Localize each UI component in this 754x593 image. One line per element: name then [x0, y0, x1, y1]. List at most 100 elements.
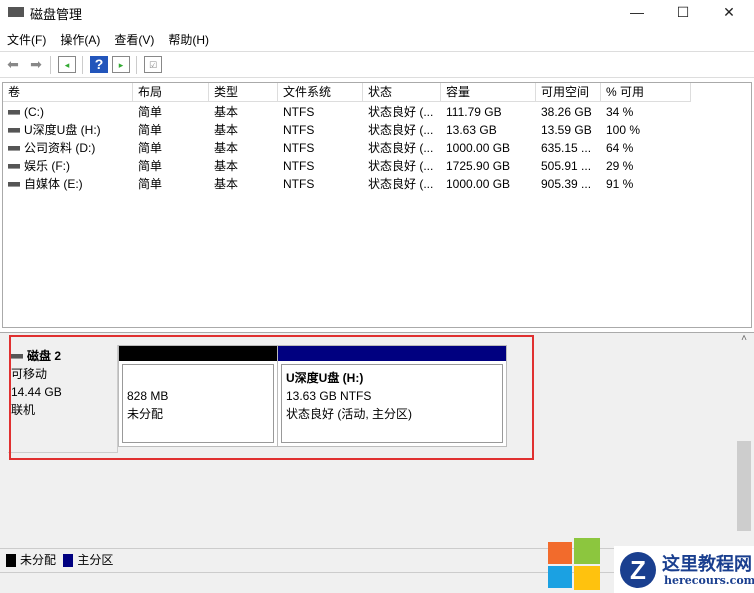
show-action-pane-icon[interactable]: ▸	[112, 56, 130, 73]
watermark-logo: Z 这里教程网 herecours.com	[548, 538, 754, 593]
cell-text: 635.15 ...	[541, 141, 592, 155]
cell-text: 29 %	[606, 159, 634, 173]
disk-management-icon	[8, 7, 24, 17]
cell-layout: 简单	[133, 103, 209, 121]
drive-icon	[8, 128, 20, 134]
drive-icon	[8, 182, 20, 188]
help-icon[interactable]: ?	[90, 56, 108, 73]
cell-text: 状态良好 (...	[368, 141, 434, 155]
show-hide-console-tree-icon[interactable]: ◂	[58, 56, 76, 73]
cell-text: 100 %	[606, 123, 641, 137]
cell-free-space: 505.91 ...	[536, 157, 601, 175]
highlight-box	[9, 335, 534, 460]
cell-text: 简单	[138, 141, 163, 155]
cell-text: NTFS	[283, 177, 315, 191]
cell-text: (C:)	[24, 105, 44, 119]
cell-capacity: 111.79 GB	[441, 103, 536, 121]
cell-text: 1000.00 GB	[446, 177, 511, 191]
toolbar: ⬅ ➡ ◂ ? ▸ ☑	[0, 51, 754, 78]
cell-text: 64 %	[606, 141, 634, 155]
cell-capacity: 13.63 GB	[441, 121, 536, 139]
column-header-volume[interactable]: 卷	[3, 83, 133, 102]
cell-volume: U深度U盘 (H:)	[3, 121, 133, 139]
cell-filesystem: NTFS	[278, 139, 363, 157]
legend-swatch-unallocated	[6, 554, 16, 568]
column-header-type[interactable]: 类型	[209, 83, 278, 102]
column-header-percent-free[interactable]: % 可用	[601, 83, 691, 102]
cell-volume: 自媒体 (E:)	[3, 175, 133, 193]
menu-help[interactable]: 帮助(H)	[161, 28, 216, 51]
volume-list: 卷 布局 类型 文件系统 状态 容量 可用空间 % 可用 (C:) 简单 基本 NTF…	[2, 82, 752, 328]
cell-free-space: 13.59 GB	[536, 121, 601, 139]
cell-volume: 公司资料 (D:)	[3, 139, 133, 157]
cell-text: 905.39 ...	[541, 177, 592, 191]
window-title: 磁盘管理	[30, 7, 83, 22]
cell-text: NTFS	[283, 159, 315, 173]
cell-type: 基本	[209, 103, 278, 121]
cell-percent-free: 64 %	[601, 139, 691, 157]
forward-arrow-icon[interactable]: ➡	[27, 56, 45, 73]
cell-text: 状态良好 (...	[368, 159, 434, 173]
menu-view[interactable]: 查看(V)	[107, 28, 161, 51]
cell-percent-free: 34 %	[601, 103, 691, 121]
cell-percent-free: 29 %	[601, 157, 691, 175]
cell-status: 状态良好 (...	[363, 103, 441, 121]
column-header-capacity[interactable]: 容量	[441, 83, 536, 102]
cell-status: 状态良好 (...	[363, 157, 441, 175]
cell-text: 13.59 GB	[541, 123, 592, 137]
column-header-filesystem[interactable]: 文件系统	[278, 83, 363, 102]
cell-text: 娱乐 (F:)	[24, 159, 70, 173]
legend-primary: 主分区	[77, 553, 114, 567]
cell-status: 状态良好 (...	[363, 121, 441, 139]
menu-action[interactable]: 操作(A)	[53, 28, 107, 51]
legend-swatch-primary	[63, 554, 74, 568]
cell-type: 基本	[209, 139, 278, 157]
properties-icon[interactable]: ☑	[144, 56, 162, 73]
close-button[interactable]: ✕	[706, 0, 752, 24]
cell-filesystem: NTFS	[278, 103, 363, 121]
cell-text: U深度U盘 (H:)	[24, 123, 101, 137]
cell-status: 状态良好 (...	[363, 139, 441, 157]
column-header-status[interactable]: 状态	[363, 83, 441, 102]
vertical-scrollbar[interactable]: ˄ ˅	[735, 333, 753, 571]
cell-text: 91 %	[606, 177, 634, 191]
cell-capacity: 1000.00 GB	[441, 139, 536, 157]
cell-text: 状态良好 (...	[368, 177, 434, 191]
cell-layout: 简单	[133, 121, 209, 139]
cell-text: 38.26 GB	[541, 105, 592, 119]
cell-capacity: 1000.00 GB	[441, 175, 536, 193]
maximize-button[interactable]: ☐	[660, 0, 706, 24]
cell-filesystem: NTFS	[278, 175, 363, 193]
cell-text: 自媒体 (E:)	[24, 177, 83, 191]
scroll-thumb[interactable]	[737, 441, 751, 531]
menu-file[interactable]: 文件(F)	[0, 28, 53, 51]
scroll-up-icon[interactable]: ˄	[735, 333, 753, 344]
cell-volume: 娱乐 (F:)	[3, 157, 133, 175]
cell-text: 基本	[214, 159, 239, 173]
cell-filesystem: NTFS	[278, 121, 363, 139]
cell-text: 基本	[214, 177, 239, 191]
cell-free-space: 905.39 ...	[536, 175, 601, 193]
cell-free-space: 38.26 GB	[536, 103, 601, 121]
menu-bar: 文件(F) 操作(A) 查看(V) 帮助(H)	[0, 28, 754, 50]
cell-text: 公司资料 (D:)	[24, 141, 96, 155]
cell-volume: (C:)	[3, 103, 133, 121]
cell-type: 基本	[209, 157, 278, 175]
cell-text: 基本	[214, 105, 239, 119]
cell-text: 简单	[138, 105, 163, 119]
cell-text: 状态良好 (...	[368, 105, 434, 119]
cell-text: 13.63 GB	[446, 123, 497, 137]
cell-text: 111.79 GB	[446, 105, 502, 119]
column-header-free-space[interactable]: 可用空间	[536, 83, 601, 102]
cell-type: 基本	[209, 121, 278, 139]
column-header-layout[interactable]: 布局	[133, 83, 209, 102]
drive-icon	[8, 146, 20, 152]
drive-icon	[8, 164, 20, 170]
back-arrow-icon[interactable]: ⬅	[4, 56, 22, 73]
cell-text: 1000.00 GB	[446, 141, 511, 155]
cell-text: 简单	[138, 159, 163, 173]
drive-icon	[8, 110, 20, 116]
cell-text: NTFS	[283, 141, 315, 155]
legend-unallocated: 未分配	[20, 553, 57, 567]
minimize-button[interactable]: —	[614, 0, 660, 24]
